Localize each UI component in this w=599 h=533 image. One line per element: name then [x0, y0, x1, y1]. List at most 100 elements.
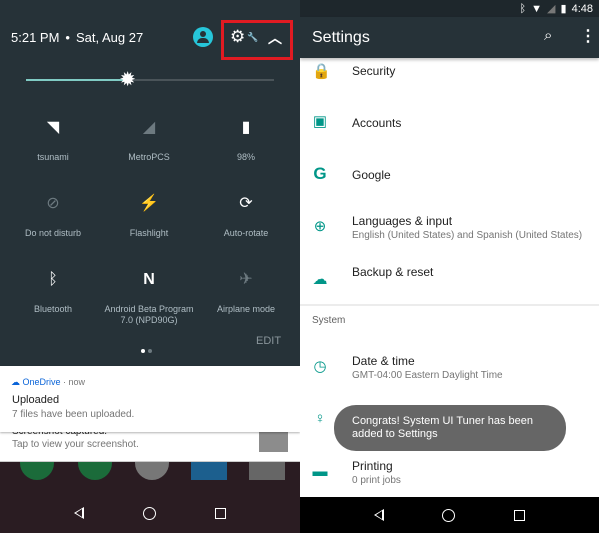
home-screen: [0, 462, 300, 533]
printer-icon: ▬: [312, 463, 328, 480]
more-vert-icon[interactable]: ⋮: [580, 26, 596, 46]
tile-wifi[interactable]: ◥ tsunami: [3, 119, 103, 163]
tile-label: tsunami: [37, 152, 69, 162]
google-g-icon: G: [313, 164, 327, 183]
cell-signal-icon: ◢: [142, 119, 156, 136]
edit-button[interactable]: EDIT: [256, 335, 281, 347]
notification-text: 7 files have been uploaded.: [12, 409, 135, 420]
item-title: Printing: [352, 459, 393, 473]
item-subtitle: English (United States) and Spanish (Uni…: [352, 230, 583, 241]
user-avatar-icon[interactable]: [193, 27, 213, 47]
app-bar: Settings ⌕ ⋮: [300, 17, 599, 58]
qs-date[interactable]: Sat, Aug 27: [76, 30, 143, 45]
onedrive-cloud-icon: ☁: [11, 377, 20, 387]
tile-label: Auto-rotate: [223, 228, 269, 238]
page-title: Settings: [312, 29, 370, 46]
notification-title: Uploaded: [12, 394, 60, 406]
bluetooth-icon: ᛒ: [519, 2, 527, 15]
tile-label-line1: Android Beta Program: [104, 304, 194, 314]
recents-icon[interactable]: [513, 509, 525, 521]
clock-time: 4:48: [571, 2, 593, 15]
flashlight-icon: ⚡: [139, 195, 159, 212]
section-header-system: System: [312, 315, 346, 326]
tile-flashlight[interactable]: ⚡ Flashlight: [99, 195, 199, 239]
toast-message: Congrats! System UI Tuner has been added…: [334, 405, 566, 451]
tile-label: Flashlight: [129, 228, 169, 238]
settings-gear-icon[interactable]: ⚙: [230, 28, 245, 46]
home-icon[interactable]: [442, 508, 456, 522]
tile-airplane[interactable]: ✈ Airplane mode: [196, 271, 296, 315]
tile-label: Bluetooth: [33, 304, 73, 314]
brightness-thumb-icon[interactable]: ✹: [117, 69, 139, 91]
tile-label: MetroPCS: [128, 152, 170, 162]
settings-screen: ᛒ ▼ ◢ ▮ 4:48 Settings ⌕ ⋮ 🔒 Security ▣ A…: [300, 0, 599, 533]
notification-time: now: [68, 377, 86, 387]
wrench-icon: 🔧: [247, 32, 259, 42]
settings-item-accounts[interactable]: ▣ Accounts: [300, 100, 599, 145]
search-icon[interactable]: ⌕: [544, 27, 552, 44]
notification-app: OneDrive: [22, 377, 61, 387]
tile-cell[interactable]: ◢ MetroPCS: [99, 119, 199, 163]
nav-bar-right: [300, 497, 599, 533]
messenger-icon: [78, 462, 112, 480]
item-subtitle: 0 print jobs: [352, 475, 401, 486]
qs-time: 5:21 PM: [11, 29, 60, 45]
recents-icon[interactable]: [214, 507, 226, 519]
android-n-icon: N: [143, 271, 155, 288]
wifi-icon: ◥: [46, 119, 60, 136]
back-icon[interactable]: [374, 509, 385, 521]
tile-label: Airplane mode: [216, 304, 276, 314]
section-divider: [300, 304, 599, 306]
notification-text: Tap to view your screenshot.: [12, 439, 139, 450]
brightness-slider[interactable]: ✹: [26, 69, 274, 91]
notification-onedrive[interactable]: ☁ OneDrive · now Uploaded 7 files have b…: [0, 366, 300, 432]
hangouts-icon: [20, 462, 54, 480]
chevron-up-icon[interactable]: ︿: [268, 28, 282, 48]
page-dot-active: [141, 349, 145, 353]
settings-item-google[interactable]: G Google: [300, 152, 599, 197]
screenshot-thumbnail: [259, 432, 288, 452]
twitter-icon: [191, 462, 227, 480]
settings-item-languages[interactable]: ⊕ Languages & input English (United Stat…: [300, 205, 599, 250]
tile-autorotate[interactable]: ⟳ Auto-rotate: [196, 195, 296, 239]
clock-icon: ◷: [313, 358, 327, 375]
item-title: Security: [352, 64, 396, 78]
qs-separator: •: [65, 29, 70, 45]
notification-header: ☁ OneDrive · now: [11, 377, 86, 387]
tile-label: 98%: [236, 152, 255, 162]
settings-item-date-time[interactable]: ◷ Date & time GMT-04:00 Eastern Daylight…: [300, 345, 599, 390]
item-title: Google: [352, 168, 391, 182]
accessibility-icon: ♀: [314, 410, 326, 427]
account-box-icon: ▣: [312, 113, 328, 130]
lock-icon: 🔒: [312, 63, 331, 80]
tile-label-line2: 7.0 (NPD90G): [120, 315, 178, 325]
tile-battery[interactable]: ▮ 98%: [196, 119, 296, 163]
battery-icon: ▮: [241, 119, 251, 136]
tile-label: Do not disturb: [24, 228, 82, 238]
tile-bluetooth[interactable]: ᛒ Bluetooth: [3, 271, 103, 315]
tile-android-beta[interactable]: N Android Beta Program 7.0 (NPD90G): [99, 271, 199, 326]
notification-screenshot[interactable]: Screenshot captured. Tap to view your sc…: [0, 426, 300, 462]
item-title: Languages & input: [352, 214, 453, 228]
airplane-icon: ✈: [239, 271, 253, 288]
battery-icon: ▮: [560, 3, 567, 15]
app-drawer-icon: [135, 462, 169, 480]
back-icon[interactable]: [74, 507, 85, 519]
page-indicator: [141, 340, 155, 358]
globe-icon: ⊕: [313, 218, 327, 235]
settings-item-security[interactable]: 🔒 Security: [300, 62, 599, 84]
tile-dnd[interactable]: ⊘ Do not disturb: [3, 195, 103, 239]
page-dot: [148, 349, 152, 353]
cell-signal-icon: ◢: [547, 3, 556, 15]
home-icon[interactable]: [142, 506, 156, 520]
chrome-icon: [249, 462, 285, 480]
brightness-fill: [26, 79, 128, 81]
do-not-disturb-icon: ⊘: [46, 195, 60, 212]
bluetooth-icon: ᛒ: [48, 271, 58, 288]
item-subtitle: GMT-04:00 Eastern Daylight Time: [352, 370, 503, 381]
settings-item-printing[interactable]: ▬ Printing 0 print jobs: [300, 455, 599, 495]
quick-settings-panel: 5:21 PM • Sat, Aug 27 ⚙ 🔧 ︿ ✹ ◥ tsunami …: [0, 0, 300, 533]
item-title: Backup & reset: [352, 265, 434, 279]
auto-rotate-icon: ⟳: [239, 195, 253, 212]
settings-item-backup[interactable]: ☁ Backup & reset: [300, 262, 599, 302]
